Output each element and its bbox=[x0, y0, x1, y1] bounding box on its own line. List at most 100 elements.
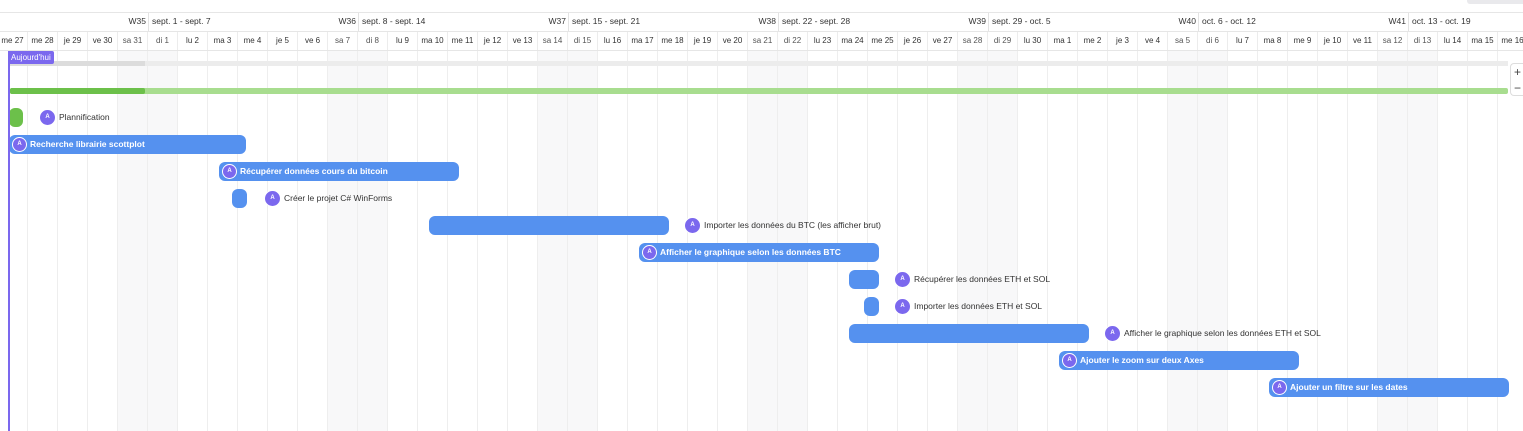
day-header-cell: di 6 bbox=[1198, 32, 1228, 50]
task-bar[interactable]: A Ajouter un filtre sur les dates bbox=[1269, 378, 1509, 397]
task-name: Afficher le graphique selon les données … bbox=[660, 247, 841, 257]
assignee-avatar[interactable]: A bbox=[1063, 354, 1076, 367]
progress-track bbox=[10, 88, 1508, 94]
week-range: oct. 13 - oct. 19 bbox=[1412, 16, 1471, 26]
day-header-cell: lu 23 bbox=[808, 32, 838, 50]
day-column bbox=[658, 51, 688, 431]
task-name: Ajouter un filtre sur les dates bbox=[1290, 382, 1408, 392]
day-column bbox=[118, 51, 148, 431]
day-column bbox=[178, 51, 208, 431]
day-header-cell: sa 21 bbox=[748, 32, 778, 50]
day-column bbox=[958, 51, 988, 431]
task-bar[interactable] bbox=[429, 216, 669, 235]
day-header-cell: ve 30 bbox=[88, 32, 118, 50]
day-header-cell: lu 30 bbox=[1018, 32, 1048, 50]
day-column bbox=[1408, 51, 1438, 431]
day-header-cell: di 8 bbox=[358, 32, 388, 50]
task-bar[interactable]: A Afficher le graphique selon les données… bbox=[639, 243, 879, 262]
day-column bbox=[1498, 51, 1523, 431]
assignee-avatar[interactable]: A bbox=[895, 299, 910, 314]
day-column bbox=[1288, 51, 1318, 431]
day-column bbox=[478, 51, 508, 431]
day-column bbox=[238, 51, 268, 431]
horizontal-scrollbar[interactable] bbox=[1467, 0, 1523, 4]
day-column bbox=[208, 51, 238, 431]
assignee-avatar[interactable]: A bbox=[895, 272, 910, 287]
day-column bbox=[1438, 51, 1468, 431]
day-column bbox=[268, 51, 298, 431]
day-header-cell: je 26 bbox=[898, 32, 928, 50]
timeline-scroll-track[interactable] bbox=[10, 61, 1508, 66]
day-header-cell: ma 3 bbox=[208, 32, 238, 50]
milestone-bar[interactable] bbox=[9, 108, 23, 127]
day-column bbox=[1378, 51, 1408, 431]
day-column bbox=[988, 51, 1018, 431]
day-column bbox=[928, 51, 958, 431]
task-name: Ajouter le zoom sur deux Axes bbox=[1080, 355, 1204, 365]
day-header-cell: ve 20 bbox=[718, 32, 748, 50]
assignee-avatar[interactable]: A bbox=[265, 191, 280, 206]
day-column bbox=[418, 51, 448, 431]
day-column bbox=[868, 51, 898, 431]
day-column bbox=[1048, 51, 1078, 431]
task-bar[interactable] bbox=[849, 324, 1089, 343]
day-header-cell: me 2 bbox=[1078, 32, 1108, 50]
task-bar[interactable] bbox=[864, 297, 879, 316]
assignee-avatar[interactable]: A bbox=[643, 246, 656, 259]
task-name: Afficher le graphique selon les données … bbox=[1124, 328, 1321, 338]
week-number: W37 bbox=[548, 16, 566, 26]
day-header-cell: je 12 bbox=[478, 32, 508, 50]
day-header-cell: me 25 bbox=[868, 32, 898, 50]
task-name: Importer les données ETH et SOL bbox=[914, 301, 1043, 311]
day-header-cell: ma 8 bbox=[1258, 32, 1288, 50]
assignee-avatar[interactable]: A bbox=[13, 138, 26, 151]
day-header-cell: lu 16 bbox=[598, 32, 628, 50]
day-header-cell: di 29 bbox=[988, 32, 1018, 50]
zoom-in-button[interactable]: + bbox=[1511, 64, 1523, 80]
day-header-cell: je 10 bbox=[1318, 32, 1348, 50]
day-header-cell: je 5 bbox=[268, 32, 298, 50]
today-badge[interactable]: Aujourd'hui bbox=[8, 51, 54, 64]
assignee-avatar[interactable]: A bbox=[1273, 381, 1286, 394]
day-column bbox=[568, 51, 598, 431]
day-header-cell: di 15 bbox=[568, 32, 598, 50]
day-column bbox=[1348, 51, 1378, 431]
today-line bbox=[8, 51, 10, 431]
task-name: Créer le projet C# WinForms bbox=[284, 193, 393, 203]
day-column bbox=[748, 51, 778, 431]
week-range: sept. 1 - sept. 7 bbox=[152, 16, 211, 26]
day-header-cell: sa 5 bbox=[1168, 32, 1198, 50]
week-number: W40 bbox=[1178, 16, 1196, 26]
day-column bbox=[538, 51, 568, 431]
assignee-avatar[interactable]: A bbox=[1105, 326, 1120, 341]
day-header-cell: me 9 bbox=[1288, 32, 1318, 50]
assignee-avatar[interactable]: A bbox=[223, 165, 236, 178]
gantt-grid bbox=[0, 51, 1523, 431]
task-bar[interactable] bbox=[232, 189, 247, 208]
assignee-avatar[interactable]: A bbox=[40, 110, 55, 125]
week-number: W38 bbox=[758, 16, 776, 26]
day-header-cell: ve 13 bbox=[508, 32, 538, 50]
day-header-cell: lu 2 bbox=[178, 32, 208, 50]
day-column bbox=[1468, 51, 1498, 431]
day-header-cell: di 13 bbox=[1408, 32, 1438, 50]
day-header-row: me 27 me 28 je 29 ve 30 sa 31 di 1 lu 2 ma 3 me … bbox=[0, 32, 1523, 51]
task-bar[interactable]: A Recherche librairie scottplot bbox=[9, 135, 246, 154]
day-column bbox=[628, 51, 658, 431]
zoom-out-button[interactable]: − bbox=[1511, 80, 1523, 96]
task-bar[interactable]: A Ajouter le zoom sur deux Axes bbox=[1059, 351, 1299, 370]
task-name: Recherche librairie scottplot bbox=[30, 139, 145, 149]
week-range: sept. 15 - sept. 21 bbox=[572, 16, 641, 26]
task-bar[interactable]: A Récupérer données cours du bitcoin bbox=[219, 162, 459, 181]
day-header-cell: ve 11 bbox=[1348, 32, 1378, 50]
day-column bbox=[1018, 51, 1048, 431]
task-name: Importer les données du BTC (les affiche… bbox=[704, 220, 882, 230]
day-column bbox=[808, 51, 838, 431]
task-name: Récupérer les données ETH et SOL bbox=[914, 274, 1051, 284]
day-header-cell: lu 14 bbox=[1438, 32, 1468, 50]
task-bar[interactable] bbox=[849, 270, 879, 289]
day-header-cell: sa 31 bbox=[118, 32, 148, 50]
day-column bbox=[1318, 51, 1348, 431]
day-header-cell: ma 17 bbox=[628, 32, 658, 50]
assignee-avatar[interactable]: A bbox=[685, 218, 700, 233]
